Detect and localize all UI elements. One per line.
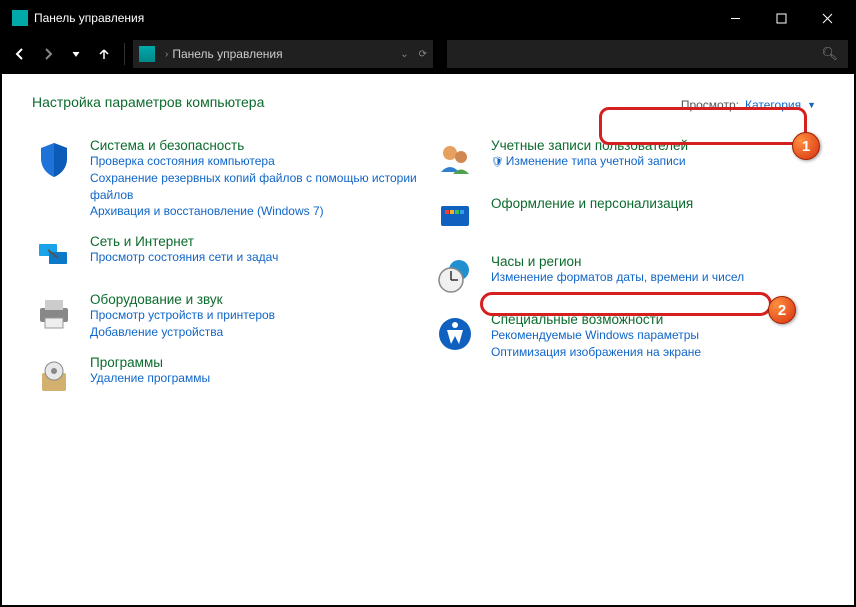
category-link[interactable]: Оптимизация изображения на экране [491,344,701,361]
up-button[interactable] [92,42,116,66]
minimize-button[interactable] [712,2,758,34]
maximize-button[interactable] [758,2,804,34]
search-input[interactable]: 🔍︎ [447,40,848,68]
users-icon [433,138,477,182]
chevron-down-icon[interactable]: ⌄ [400,49,408,60]
right-column: Учетные записи пользователей 🛡Изменение … [433,138,824,413]
programs-icon [32,355,76,399]
breadcrumb[interactable]: Панель управления [172,47,282,61]
back-button[interactable] [8,42,32,66]
content-area: Настройка параметров компьютера Просмотр… [2,74,854,605]
category-link[interactable]: Проверка состояния компьютера [90,153,423,170]
category-programs: Программы Удаление программы [32,355,423,399]
category-title[interactable]: Сеть и Интернет [90,234,194,249]
forward-button[interactable] [36,42,60,66]
category-link[interactable]: Добавление устройства [90,324,275,341]
view-label: Просмотр: [681,98,739,112]
category-ease-of-access: Специальные возможности Рекомендуемые Wi… [433,312,824,361]
clock-icon [433,254,477,298]
window: Панель управления › Панель управления ⌄ … [0,0,856,607]
address-controls: ⌄ ⟳ [400,49,427,60]
address-bar[interactable]: › Панель управления ⌄ ⟳ [133,40,433,68]
category-link[interactable]: Рекомендуемые Windows параметры [491,327,701,344]
category-link[interactable]: Просмотр устройств и принтеров [90,307,275,324]
category-link[interactable]: 🛡Изменение типа учетной записи [491,153,688,170]
category-system-security: Система и безопасность Проверка состояни… [32,138,423,220]
shield-icon [32,138,76,182]
window-title: Панель управления [34,11,712,25]
accessibility-icon [433,312,477,356]
category-title[interactable]: Специальные возможности [491,312,663,327]
app-icon [12,10,28,26]
category-title[interactable]: Оформление и персонализация [491,196,693,211]
category-appearance: Оформление и персонализация [433,196,824,240]
category-link[interactable]: Удаление программы [90,370,210,387]
chevron-down-icon: ▼ [807,100,816,110]
badge-2: 2 [768,296,796,324]
uac-shield-icon: 🛡 [491,157,504,168]
category-link[interactable]: Сохранение резервных копий файлов с помо… [90,170,423,204]
printer-icon [32,292,76,336]
category-title[interactable]: Оборудование и звук [90,292,223,307]
view-selector[interactable]: Просмотр: Категория ▼ [673,94,824,116]
category-clock-region: Часы и регион Изменение форматов даты, в… [433,254,824,298]
control-panel-icon [139,46,155,62]
separator [124,43,125,65]
category-title[interactable]: Программы [90,355,163,370]
category-title[interactable]: Система и безопасность [90,138,244,153]
category-user-accounts: Учетные записи пользователей 🛡Изменение … [433,138,824,182]
view-value: Категория [745,98,801,112]
recent-button[interactable] [64,42,88,66]
appearance-icon [433,196,477,240]
close-button[interactable] [804,2,850,34]
category-link[interactable]: Архивация и восстановление (Windows 7) [90,203,423,220]
left-column: Система и безопасность Проверка состояни… [32,138,423,413]
category-network: Сеть и Интернет Просмотр состояния сети … [32,234,423,278]
page-title: Настройка параметров компьютера [32,94,673,110]
titlebar: Панель управления [2,2,854,34]
chevron-right-icon: › [165,49,168,60]
navbar: › Панель управления ⌄ ⟳ 🔍︎ [2,34,854,74]
search-icon: 🔍︎ [821,46,838,62]
category-title[interactable]: Часы и регион [491,254,581,269]
category-title[interactable]: Учетные записи пользователей [491,138,688,153]
category-link[interactable]: Просмотр состояния сети и задач [90,249,278,266]
category-link[interactable]: Изменение форматов даты, времени и чисел [491,269,744,286]
refresh-icon[interactable]: ⟳ [419,49,427,60]
category-hardware: Оборудование и звук Просмотр устройств и… [32,292,423,341]
network-icon [32,234,76,278]
badge-1: 1 [792,132,820,160]
